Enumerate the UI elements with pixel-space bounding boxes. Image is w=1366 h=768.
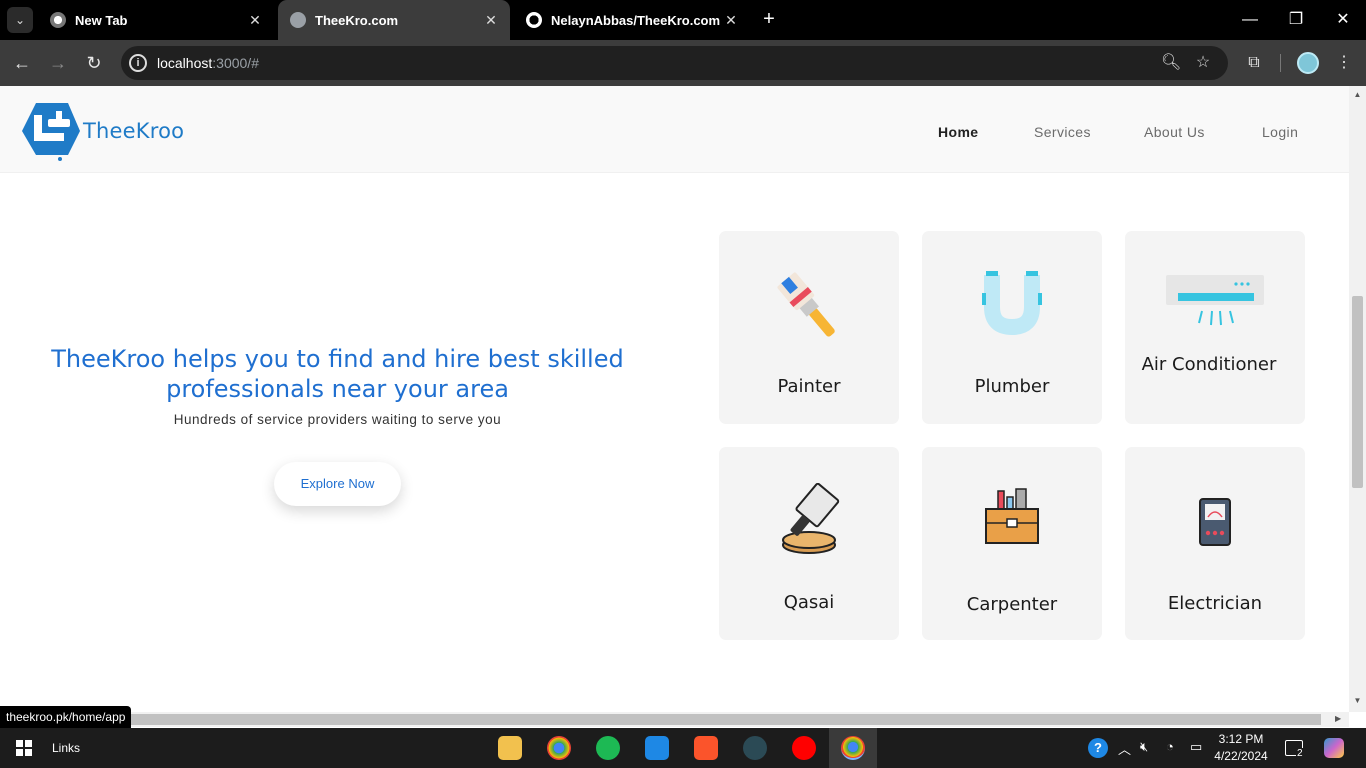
multimeter-icon [1199, 498, 1231, 546]
vscode-icon[interactable] [645, 736, 669, 760]
close-tab-icon[interactable]: ✕ [722, 11, 740, 29]
app-icon[interactable] [743, 736, 767, 760]
nav-home[interactable]: Home [938, 124, 979, 140]
chrome-icon [50, 12, 66, 28]
github-icon [526, 12, 542, 28]
address-bar[interactable]: i localhost:3000/# 🔍︎ ☆ [121, 46, 1228, 80]
close-window-icon[interactable]: ✕ [1331, 8, 1355, 32]
clock-date: 4/22/2024 [1214, 749, 1268, 763]
service-label: Carpenter [966, 594, 1058, 615]
browser-toolbar: ← → ↻ i localhost:3000/# 🔍︎ ☆ ⧉ ⋮ [0, 40, 1366, 86]
tab-theekro[interactable]: TheeKro.com ✕ [278, 0, 510, 40]
scroll-up-icon[interactable]: ▲ [1353, 90, 1362, 99]
theekroo-logo[interactable] [20, 101, 80, 161]
menu-icon[interactable]: ⋮ [1332, 51, 1356, 75]
hero-title: TheeKroo helps you to find and hire best… [51, 345, 624, 403]
profile-avatar[interactable] [1297, 52, 1319, 74]
service-label: Painter [777, 376, 841, 397]
links-toolbar[interactable]: Links [52, 741, 80, 755]
battery-icon[interactable]: ▭ [1190, 739, 1202, 755]
tab-title: New Tab [75, 12, 128, 28]
explore-now-button[interactable]: Explore Now [274, 462, 401, 506]
brand-name[interactable]: TheeKroo [83, 119, 184, 143]
vertical-scrollbar[interactable]: ▲ ▼ [1349, 86, 1366, 712]
minimize-icon[interactable]: — [1238, 8, 1262, 32]
spotify-icon[interactable] [596, 736, 620, 760]
forward-icon[interactable]: → [46, 51, 70, 75]
chrome-icon[interactable] [547, 736, 571, 760]
wifi-icon[interactable]: ◔ [1166, 739, 1174, 754]
close-tab-icon[interactable]: ✕ [246, 11, 264, 29]
tab-title: NelaynAbbas/TheeKro.com: Th [551, 12, 721, 28]
service-card-carpenter[interactable]: Carpenter [922, 447, 1102, 640]
page-viewport: TheeKroo Home Services About Us Login Th… [0, 86, 1349, 712]
cleaver-icon [782, 483, 840, 554]
tab-search-button[interactable]: ⌄ [7, 7, 33, 33]
tab-github[interactable]: NelaynAbbas/TheeKro.com: Th ✕ [514, 0, 750, 40]
service-label: Plumber [974, 376, 1050, 397]
pipe-icon [982, 271, 1042, 336]
scroll-right-icon[interactable]: ▶ [1335, 714, 1341, 723]
copilot-icon[interactable] [1324, 738, 1344, 758]
tab-new-tab[interactable]: New Tab ✕ [38, 0, 274, 40]
service-card-painter[interactable]: Painter [719, 231, 899, 424]
globe-icon [290, 12, 306, 28]
link-status-bubble: theekroo.pk/home/app [0, 706, 132, 728]
url-text[interactable]: localhost:3000/# [157, 55, 259, 71]
tab-title: TheeKro.com [315, 12, 399, 28]
close-tab-icon[interactable]: ✕ [482, 11, 500, 29]
extensions-icon[interactable]: ⧉ [1242, 51, 1266, 75]
site-navbar: TheeKroo Home Services About Us Login [0, 86, 1349, 173]
volume-mute-icon[interactable]: 🔇︎ [1140, 739, 1148, 755]
bookmark-star-icon[interactable]: ☆ [1193, 53, 1213, 73]
help-icon[interactable]: ? [1088, 738, 1108, 758]
windows-taskbar: Links ? ︿ 🔇︎ ◔ ▭ 3:12 PM 4/22/2024 2 [0, 728, 1366, 768]
horizontal-scrollbar[interactable]: ▶ [0, 712, 1349, 727]
new-tab-button[interactable]: + [758, 8, 780, 30]
service-card-plumber[interactable]: Plumber [922, 231, 1102, 424]
service-card-qasai[interactable]: Qasai [719, 447, 899, 640]
youtube-music-icon[interactable] [792, 736, 816, 760]
nav-login[interactable]: Login [1262, 124, 1298, 140]
paint-brush-icon [777, 272, 835, 337]
back-icon[interactable]: ← [10, 51, 34, 75]
zoom-icon[interactable]: 🔍︎ [1161, 53, 1181, 73]
reload-icon[interactable]: ↻ [82, 51, 106, 75]
chrome-active-icon[interactable] [841, 736, 865, 760]
vertical-scroll-thumb[interactable] [1352, 296, 1363, 488]
restore-icon[interactable]: ❐ [1284, 8, 1308, 32]
service-label: Electrician [1167, 593, 1263, 614]
toolbar-divider [1280, 54, 1281, 72]
horizontal-scroll-thumb[interactable] [8, 714, 1321, 725]
scroll-down-icon[interactable]: ▼ [1353, 696, 1362, 705]
site-info-icon[interactable]: i [129, 54, 147, 72]
air-conditioner-icon [1166, 275, 1264, 326]
nav-about-us[interactable]: About Us [1144, 124, 1205, 140]
clock-time: 3:12 PM [1218, 732, 1264, 746]
hero-subtitle: Hundreds of service providers waiting to… [173, 412, 502, 427]
service-card-electrician[interactable]: Electrician [1125, 447, 1305, 640]
nav-services[interactable]: Services [1034, 124, 1091, 140]
service-card-air-conditioner[interactable]: Air Conditioner [1125, 231, 1305, 424]
browser-tab-bar: ⌄ New Tab ✕ TheeKro.com ✕ NelaynAbbas/Th… [0, 0, 1366, 40]
notification-count: 2 [1296, 748, 1304, 759]
file-explorer-icon[interactable] [498, 736, 522, 760]
service-label: Air Conditioner [1141, 354, 1277, 375]
windows-start-icon[interactable] [16, 740, 32, 756]
service-label: Qasai [783, 592, 835, 613]
system-clock[interactable]: 3:12 PM 4/22/2024 [1212, 731, 1270, 765]
brave-icon[interactable] [694, 736, 718, 760]
toolbox-icon [985, 488, 1039, 544]
chevron-up-icon[interactable]: ︿ [1118, 739, 1131, 758]
